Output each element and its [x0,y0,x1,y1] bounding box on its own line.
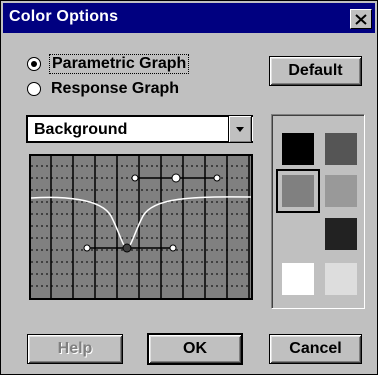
window-title: Color Options [9,8,119,25]
close-icon [355,13,367,25]
radio-parametric-label: Parametric Graph [49,54,190,74]
ok-button[interactable]: OK [147,333,243,365]
cancel-button[interactable]: Cancel [269,334,362,364]
color-swatch[interactable] [325,263,357,295]
control-point [171,173,181,183]
color-swatch[interactable] [325,175,357,207]
graph-canvas [31,156,251,298]
control-point [83,244,91,252]
radio-parametric-graph[interactable]: Parametric Graph [27,54,190,74]
control-point [131,174,139,182]
color-swatch[interactable] [325,218,357,250]
default-button[interactable]: Default [269,56,362,86]
radio-response-indicator[interactable] [27,82,41,96]
color-swatch-panel [271,114,365,309]
color-swatch[interactable] [282,263,314,295]
control-point [122,243,132,253]
radio-response-label: Response Graph [51,80,180,97]
graph-preview [29,154,253,300]
element-select-arrow-button[interactable] [228,115,252,143]
color-swatch[interactable] [325,133,357,165]
help-button[interactable]: Help [27,334,123,364]
control-point [213,174,221,182]
title-bar: Color Options [3,3,375,33]
element-select-value: Background [34,121,128,138]
radio-parametric-indicator[interactable] [27,57,41,71]
chevron-down-icon [236,127,244,132]
control-point [169,244,177,252]
close-button[interactable] [350,9,372,29]
color-swatch[interactable] [276,169,320,213]
color-options-dialog: Color Options Parametric Graph Response … [0,0,378,375]
element-select[interactable]: Background [26,115,253,143]
radio-response-graph[interactable]: Response Graph [27,80,181,98]
color-swatch[interactable] [282,133,314,165]
